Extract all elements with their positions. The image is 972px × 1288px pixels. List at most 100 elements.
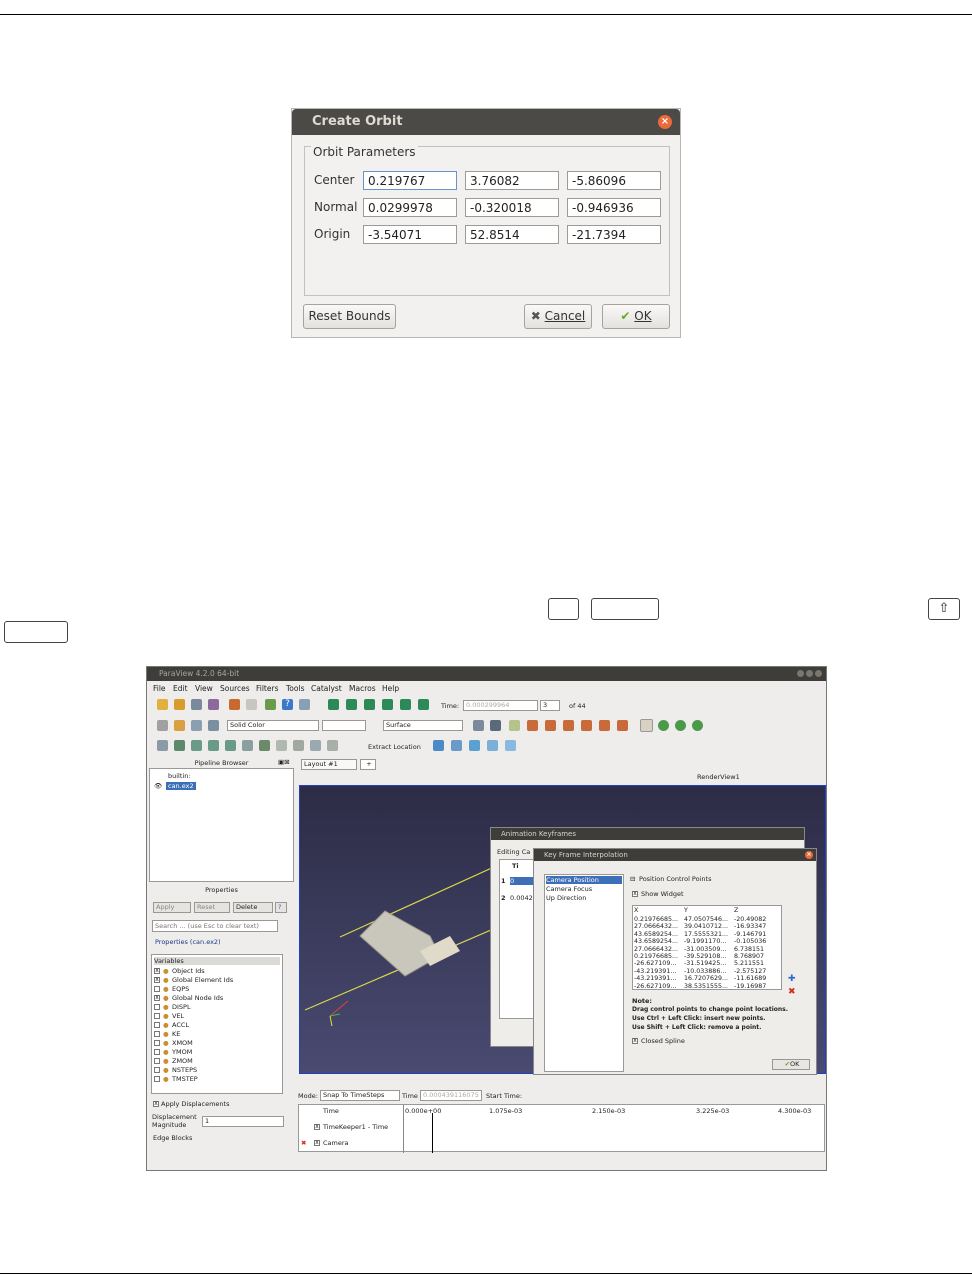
center-y-field[interactable] (465, 171, 559, 190)
variable-checkbox[interactable] (154, 1067, 160, 1073)
control-point-cell[interactable]: -9.146791 (734, 931, 781, 938)
control-point-cell[interactable]: -2.575127 (734, 968, 781, 975)
stream-tracer-icon[interactable] (276, 740, 287, 751)
menu-macros[interactable]: Macros (349, 684, 376, 693)
menu-help[interactable]: Help (382, 684, 399, 693)
rescale-custom-icon[interactable] (208, 720, 219, 731)
close-icon[interactable]: × (805, 851, 813, 859)
threshold-icon[interactable] (225, 740, 236, 751)
pipeline-item-can-ex2[interactable]: can.ex2 (166, 782, 196, 790)
recent-icon[interactable] (174, 699, 185, 710)
view-minus-y-icon[interactable] (581, 720, 592, 731)
edit-color-map-icon[interactable] (174, 720, 185, 731)
first-frame-icon[interactable] (328, 699, 339, 710)
control-point-cell[interactable]: 0.21976685... (634, 953, 682, 960)
undo-icon[interactable] (229, 699, 240, 710)
control-point-cell[interactable]: 47.0507546... (684, 916, 732, 923)
save-state-icon[interactable] (208, 699, 219, 710)
collapse-icon[interactable]: ⊟ (630, 875, 635, 883)
help-icon[interactable]: ? (282, 699, 293, 710)
view-plus-z-icon[interactable] (599, 720, 610, 731)
group-datasets-icon[interactable] (310, 740, 321, 751)
track-enable-checkbox[interactable]: x (314, 1124, 320, 1130)
glyph-icon[interactable] (259, 740, 270, 751)
control-point-cell[interactable]: 43.6589254... (634, 938, 682, 945)
close-icon[interactable]: × (658, 115, 672, 129)
variable-checkbox[interactable] (154, 1040, 160, 1046)
view-plus-x-icon[interactable] (527, 720, 538, 731)
open-icon[interactable] (157, 699, 168, 710)
control-point-cell[interactable]: -19.16987 (734, 983, 781, 989)
redo-icon[interactable] (246, 699, 257, 710)
normal-y-field[interactable] (465, 198, 559, 217)
displacement-magnitude-field[interactable]: 1 (202, 1116, 284, 1127)
close-icon[interactable] (815, 670, 822, 677)
control-point-cell[interactable]: 39.0410712... (684, 923, 732, 930)
list-item-up-direction[interactable]: Up Direction (546, 894, 586, 902)
extract-level-icon[interactable] (327, 740, 338, 751)
representation-select[interactable]: Surface (383, 720, 463, 731)
closed-spline-checkbox[interactable]: x (632, 1038, 638, 1044)
origin-z-field[interactable] (567, 225, 661, 244)
variable-checkbox[interactable]: x (154, 995, 160, 1001)
time-value-field[interactable]: 0.000299964 (463, 700, 538, 711)
control-point-cell[interactable]: 27.0666432... (634, 946, 682, 953)
variable-checkbox[interactable]: x (154, 968, 160, 974)
normal-z-field[interactable] (567, 198, 661, 217)
control-point-cell[interactable]: 8.768907 (734, 953, 781, 960)
pipeline-item-builtin[interactable]: builtin: (168, 772, 191, 780)
view-plus-y-icon[interactable] (563, 720, 574, 731)
control-point-cell[interactable]: -0.105036 (734, 938, 781, 945)
extract-subset-icon[interactable] (242, 740, 253, 751)
previous-frame-icon[interactable] (346, 699, 357, 710)
time-index-spinbox[interactable]: 3 (540, 700, 560, 711)
delete-track-icon[interactable]: ✖ (301, 1139, 306, 1147)
menu-filters[interactable]: Filters (256, 684, 278, 693)
warp-icon[interactable] (293, 740, 304, 751)
calculator-icon[interactable] (157, 740, 168, 751)
origin-y-field[interactable] (465, 225, 559, 244)
variable-checkbox[interactable] (154, 1058, 160, 1064)
center-z-field[interactable] (567, 171, 661, 190)
layout-tab[interactable]: Layout #1 (301, 759, 357, 770)
control-point-cell[interactable]: -43.219391... (634, 975, 682, 982)
view-minus-x-icon[interactable] (545, 720, 556, 731)
menu-tools[interactable]: Tools (286, 684, 304, 693)
apply-displacements-checkbox[interactable]: x (153, 1101, 159, 1107)
rotate-minus-icon[interactable] (675, 720, 686, 731)
control-point-cell[interactable]: -31.519425... (684, 960, 732, 967)
track-enable-checkbox[interactable]: x (314, 1140, 320, 1146)
variable-checkbox[interactable] (154, 1076, 160, 1082)
control-point-cell[interactable]: 0.21976685... (634, 916, 682, 923)
reset-bounds-button[interactable]: Reset Bounds (303, 304, 396, 329)
zoom-box-icon[interactable] (509, 720, 520, 731)
toggle-color-legend-icon[interactable] (157, 720, 168, 731)
reset-button[interactable]: Reset (194, 902, 230, 913)
timeline-cursor[interactable] (432, 1113, 433, 1153)
variable-checkbox[interactable] (154, 986, 160, 992)
control-point-cell[interactable]: -10.033886... (684, 968, 732, 975)
zoom-to-data-icon[interactable] (490, 720, 501, 731)
add-point-icon[interactable]: ✚ (788, 974, 796, 984)
snowflake-icon[interactable] (505, 740, 516, 751)
control-point-cell[interactable]: 6.738151 (734, 946, 781, 953)
control-point-cell[interactable]: -31.003509... (684, 946, 732, 953)
menu-sources[interactable]: Sources (220, 684, 250, 693)
variable-checkbox[interactable]: x (154, 977, 160, 983)
properties-search-input[interactable] (152, 920, 278, 932)
delete-button[interactable]: Delete (233, 902, 273, 913)
panel-float-icon[interactable]: ▣⊠ (278, 758, 290, 766)
control-point-cell[interactable]: -20.49082 (734, 916, 781, 923)
last-frame-icon[interactable] (400, 699, 411, 710)
ok-button[interactable]: ✔ OK (602, 304, 670, 329)
timeline-time-field[interactable]: 0.000439116075 (420, 1090, 482, 1101)
color-by-select[interactable]: Solid Color (227, 720, 319, 731)
variable-checkbox[interactable] (154, 1022, 160, 1028)
control-point-cell[interactable]: 17.5555321... (684, 931, 732, 938)
show-widget-checkbox[interactable]: x (632, 891, 638, 897)
variable-checkbox[interactable] (154, 1004, 160, 1010)
origin-x-field[interactable] (363, 225, 457, 244)
list-item-camera-position[interactable]: Camera Position (546, 876, 622, 884)
control-point-cell[interactable]: -26.627109... (634, 983, 682, 989)
control-point-cell[interactable]: 38.5351555... (684, 983, 732, 989)
